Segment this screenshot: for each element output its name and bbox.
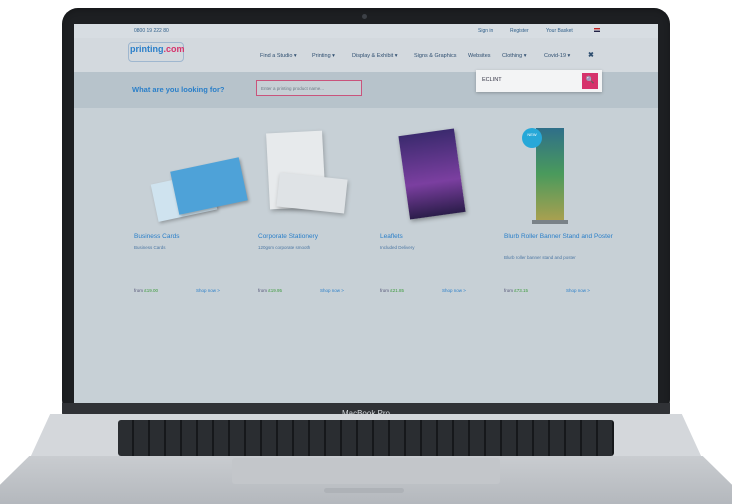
shop-now-link[interactable]: Shop now > (442, 288, 466, 293)
stationery-image (276, 172, 348, 214)
search-dropdown: ECLINT 🔍 (476, 70, 602, 92)
product-subtitle: Blurb roller banner stand and poster (504, 255, 576, 260)
logo-text: printing.com (130, 44, 185, 54)
nav-websites[interactable]: Websites (468, 53, 491, 59)
product-title[interactable]: Corporate Stationery (258, 232, 376, 242)
search-question: What are you looking for? (132, 85, 225, 94)
leaflet-image (398, 128, 466, 220)
shop-now-link[interactable]: Shop now > (196, 288, 220, 293)
new-badge: NEW (522, 128, 542, 148)
nav-signs-graphics[interactable]: Signs & Graphics (414, 53, 457, 59)
product-subtitle: 120gsm corporate smooth (258, 245, 311, 250)
laptop-notch (324, 488, 404, 493)
nav-display-exhibit[interactable]: Display & Exhibit ▾ (352, 53, 398, 59)
product-price: from £19.95 (258, 288, 283, 293)
product-card[interactable]: Business Cards Business Cards from £19.0… (134, 108, 256, 308)
nav-find-a-studio[interactable]: Find a Studio ▾ (260, 53, 297, 59)
product-card[interactable]: Corporate Stationery 120gsm corporate sm… (258, 108, 380, 308)
product-price: from £73.15 (504, 288, 529, 293)
uk-flag-icon[interactable] (594, 28, 600, 32)
product-subtitle: Included Delivery (380, 245, 415, 250)
business-card-image (170, 157, 248, 215)
nav-clothing[interactable]: Clothing ▾ (502, 53, 526, 59)
laptop-screen: 0800 19 222 80 Sign in Register Your Bas… (74, 24, 658, 404)
roller-banner-base (532, 220, 568, 224)
product-card[interactable]: Leaflets Included Delivery from £21.85 S… (380, 108, 502, 308)
product-price: from £21.85 (380, 288, 405, 293)
camera-icon (362, 14, 367, 19)
top-utility-bar: 0800 19 222 80 Sign in Register Your Bas… (74, 24, 658, 38)
main-navbar: printing.com Find a Studio ▾ Printing ▾ … (74, 38, 658, 72)
product-card[interactable]: NEW Blurb Roller Banner Stand and Poster… (504, 108, 626, 308)
nav-printing[interactable]: Printing ▾ (312, 53, 335, 59)
product-subtitle: Business Cards (134, 245, 166, 250)
basket-link[interactable]: Your Basket (546, 28, 573, 34)
search-input[interactable]: Enter a printing product name... (256, 80, 362, 96)
shop-now-link[interactable]: Shop now > (320, 288, 344, 293)
search-icon: 🔍 (585, 77, 595, 84)
keyboard (118, 420, 614, 456)
search-button[interactable]: 🔍 (582, 73, 598, 89)
product-price: from £19.00 (134, 288, 159, 293)
product-title[interactable]: Blurb Roller Banner Stand and Poster (504, 232, 622, 242)
sign-in-link[interactable]: Sign in (478, 28, 493, 34)
search-dropdown-value[interactable]: ECLINT (482, 77, 502, 83)
close-icon[interactable]: ✖ (588, 51, 594, 59)
register-link[interactable]: Register (510, 28, 529, 34)
trackpad (232, 458, 500, 484)
product-title[interactable]: Leaflets (380, 232, 498, 242)
product-title[interactable]: Business Cards (134, 232, 252, 242)
shop-now-link[interactable]: Shop now > (566, 288, 590, 293)
phone-number[interactable]: 0800 19 222 80 (134, 28, 169, 34)
laptop-lid: 0800 19 222 80 Sign in Register Your Bas… (62, 8, 670, 416)
nav-covid[interactable]: Covid-19 ▾ (544, 53, 570, 59)
